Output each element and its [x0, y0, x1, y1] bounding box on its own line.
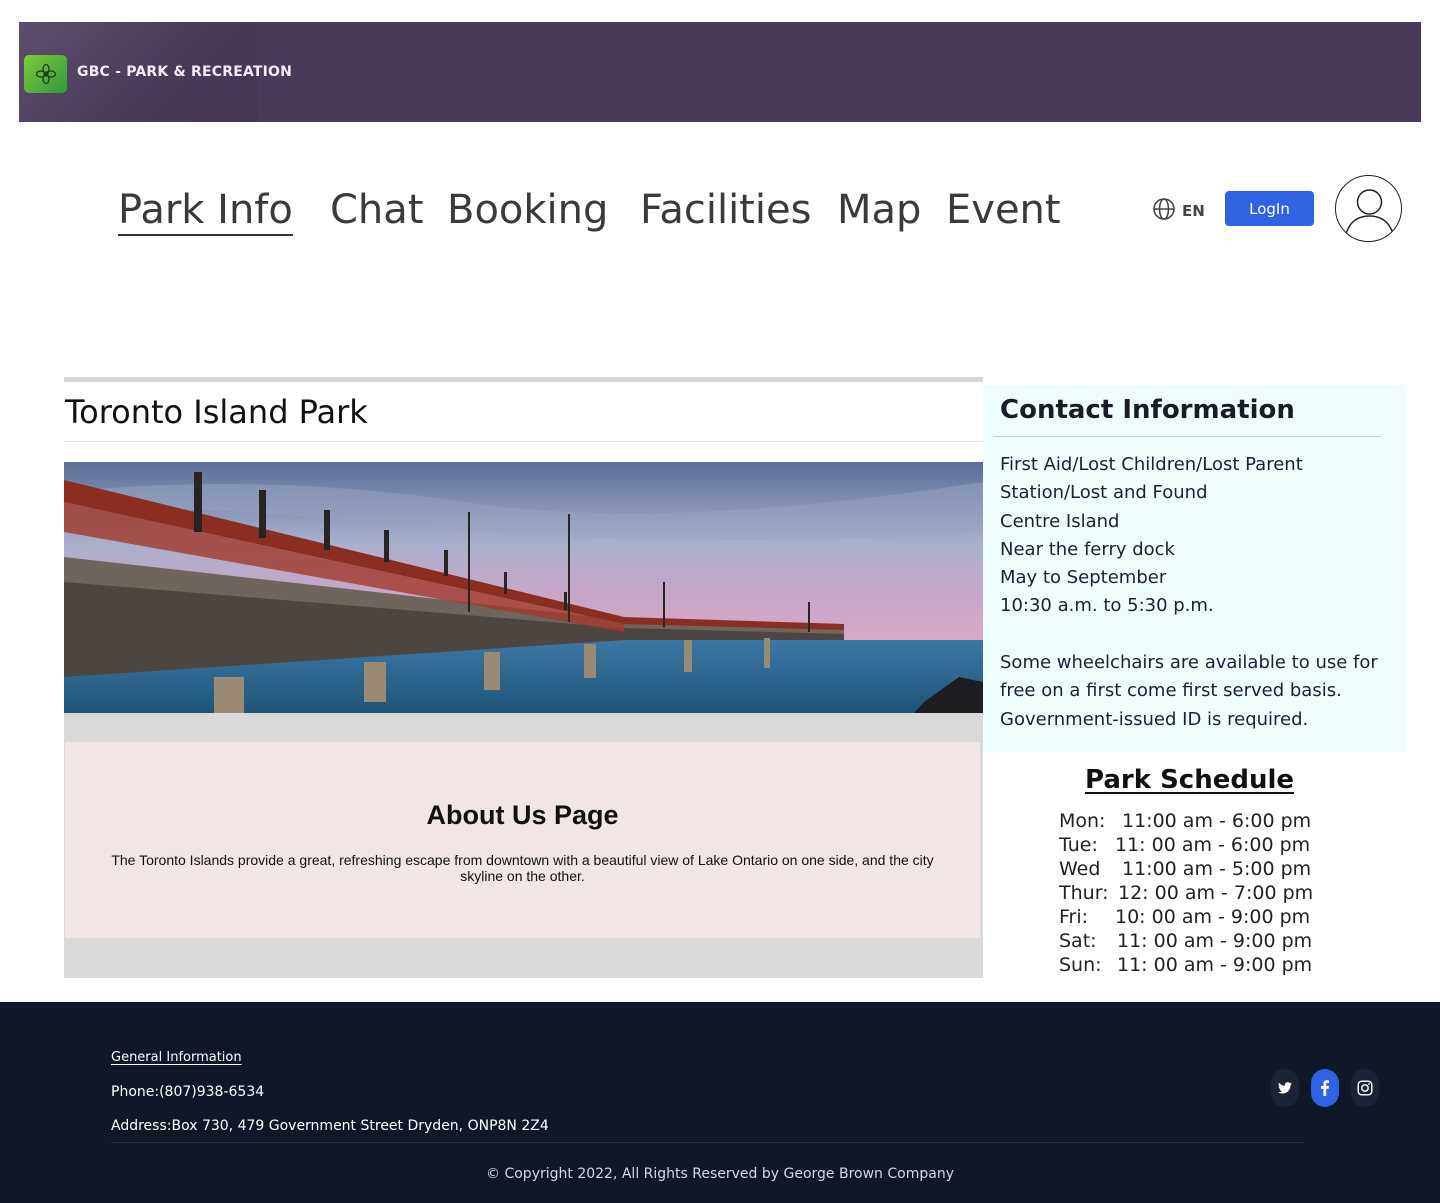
about-section: About Us Page The Toronto Islands provid… [65, 742, 980, 938]
instagram-icon[interactable] [1351, 1069, 1379, 1107]
footer-address: Address:Box 730, 479 Government Street D… [111, 1118, 549, 1134]
logo-text: GBC - PARK & RECREATION [77, 64, 293, 80]
main-nav: Park Info Chat Booking Facilities Map Ev… [0, 175, 1440, 242]
nav-chat[interactable]: Chat [330, 186, 423, 234]
schedule-hours: 11: 00 am - 9:00 pm [1117, 930, 1313, 952]
nav-booking[interactable]: Booking [447, 186, 608, 234]
contact-line: 10:30 a.m. to 5:30 p.m. [1000, 595, 1214, 617]
nav-park-info[interactable]: Park Info [118, 186, 293, 236]
contact-details: First Aid/Lost Children/Lost Parent Stat… [1000, 451, 1400, 734]
schedule-hours: 12: 00 am - 7:00 pm [1118, 882, 1314, 904]
schedule-row: Mon: 11:00 am - 6:00 pm [1059, 809, 1313, 833]
contact-title: Contact Information [1000, 395, 1295, 425]
schedule-row: Tue: 11: 00 am - 6:00 pm [1059, 833, 1313, 857]
schedule-row: Thur: 12: 00 am - 7:00 pm [1059, 881, 1313, 905]
schedule-hours: 11:00 am - 6:00 pm [1122, 810, 1312, 832]
schedule-day: Fri: [1059, 906, 1089, 928]
general-information-link[interactable]: General Information [111, 1050, 242, 1065]
login-button[interactable]: LogIn [1225, 191, 1314, 226]
nav-map[interactable]: Map [837, 186, 921, 234]
footer-divider [111, 1142, 1304, 1143]
park-schedule: Mon: 11:00 am - 6:00 pm Tue: 11: 00 am -… [1059, 809, 1313, 977]
contact-note-line: free on a first come first served basis. [1000, 680, 1342, 702]
logo[interactable]: GBC - PARK & RECREATION [19, 22, 292, 122]
schedule-day: Wed [1059, 858, 1101, 880]
contact-line: First Aid/Lost Children/Lost Parent [1000, 454, 1303, 475]
contact-line: May to September [1000, 567, 1167, 589]
schedule-title: Park Schedule [1085, 765, 1295, 795]
schedule-row: Sun: 11: 00 am - 9:00 pm [1059, 953, 1313, 977]
schedule-hours: 11:00 am - 5:00 pm [1122, 858, 1312, 880]
schedule-row: Fri: 10: 00 am - 9:00 pm [1059, 905, 1313, 929]
nav-event[interactable]: Event [946, 186, 1061, 234]
globe-icon [1152, 197, 1176, 225]
language-selector[interactable]: EN [1152, 197, 1205, 225]
copyright: © Copyright 2022, All Rights Reserved by… [486, 1166, 954, 1182]
schedule-day: Tue: [1059, 834, 1098, 856]
contact-panel: Contact Information First Aid/Lost Child… [983, 385, 1407, 752]
title-divider [64, 441, 983, 442]
user-avatar-icon[interactable] [1335, 175, 1402, 242]
schedule-row: Wed 11:00 am - 5:00 pm [1059, 857, 1313, 881]
nav-facilities[interactable]: Facilities [640, 186, 811, 234]
schedule-hours: 11: 00 am - 6:00 pm [1115, 834, 1311, 856]
schedule-row: Sat: 11: 00 am - 9:00 pm [1059, 929, 1313, 953]
schedule-day: Sat: [1059, 930, 1097, 952]
language-label: EN [1182, 202, 1205, 220]
hero-image [64, 462, 983, 713]
logo-flower-icon [24, 55, 67, 93]
about-text: The Toronto Islands provide a great, ref… [111, 852, 934, 884]
about-title: About Us Page [426, 800, 619, 830]
schedule-day: Mon: [1059, 810, 1106, 832]
contact-divider [994, 436, 1381, 437]
contact-note-line: Some wheelchairs are available to use fo… [1000, 652, 1378, 674]
schedule-hours: 11: 00 am - 9:00 pm [1117, 954, 1313, 976]
contact-note-line: Government-issued ID is required. [1000, 708, 1309, 730]
schedule-hours: 10: 00 am - 9:00 pm [1115, 906, 1311, 928]
twitter-icon[interactable] [1271, 1069, 1299, 1107]
header-banner: GBC - PARK & RECREATION [19, 22, 1421, 122]
contact-spacer [1000, 621, 1400, 649]
contact-line: Near the ferry dock [1000, 538, 1175, 560]
footer: General Information Phone:(807)938-6534 … [0, 1002, 1440, 1203]
footer-phone: Phone:(807)938-6534 [111, 1084, 265, 1100]
schedule-day: Thur: [1059, 882, 1109, 904]
schedule-day: Sun: [1059, 954, 1102, 976]
section-top-rule [64, 377, 983, 382]
contact-line: Station/Lost and Found [1000, 482, 1208, 504]
contact-line: Centre Island [1000, 510, 1120, 532]
facebook-icon[interactable] [1311, 1069, 1339, 1107]
park-title: Toronto Island Park [65, 393, 368, 431]
